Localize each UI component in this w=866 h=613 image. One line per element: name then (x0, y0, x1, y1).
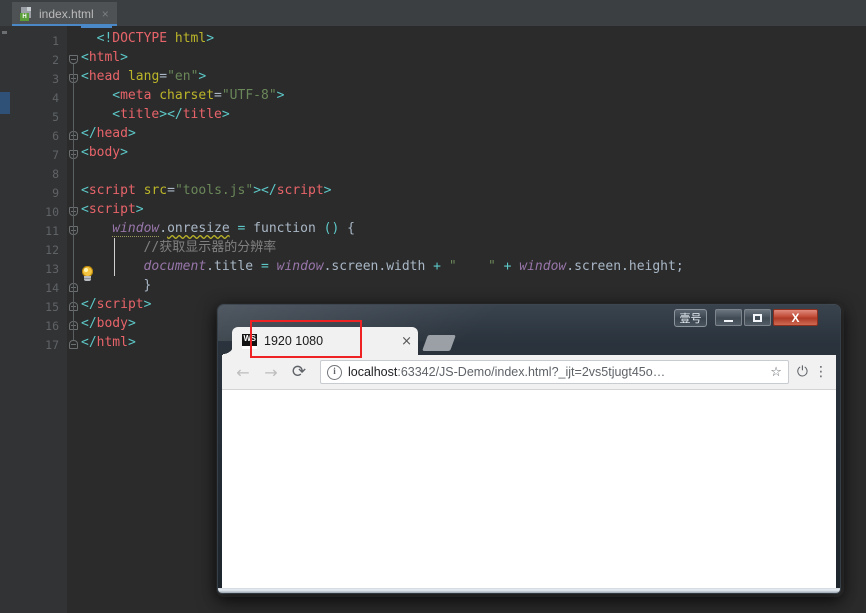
line-number: 4 (52, 91, 59, 105)
kebab-menu-icon[interactable]: ⋮ (814, 365, 828, 379)
editor-tab-close-icon[interactable]: × (100, 8, 111, 20)
fold-guide-line (73, 235, 74, 283)
browser-tab[interactable]: WS 1920 1080 × (223, 327, 418, 355)
editor-fold-column[interactable] (67, 26, 81, 613)
lightbulb-icon[interactable] (80, 266, 95, 283)
line-number: 8 (52, 167, 59, 181)
html-file-icon: H (20, 7, 33, 21)
ws-favicon-icon: WS (242, 333, 257, 349)
editor-tab-index-html[interactable]: H index.html × (12, 2, 117, 26)
code-line: <script src="tools.js"></script> (81, 183, 332, 198)
editor-tab-label: index.html (39, 7, 94, 21)
editor-annotation-tick (2, 31, 7, 34)
fold-marker-open[interactable] (69, 150, 79, 160)
fold-marker-open[interactable] (69, 226, 79, 236)
editor-gutter[interactable]: 1 2 3 4 5 6 7 8 9 10 11 12 13 14 15 16 17 (10, 26, 67, 613)
line-number: 15 (45, 300, 59, 314)
browser-tab-title: 1920 1080 (264, 334, 324, 348)
address-bar[interactable]: i localhost:63342/JS-Demo/index.html?_ij… (320, 360, 789, 384)
code-line: window.onresize = function () { (112, 221, 355, 237)
fold-marker-open[interactable] (69, 207, 79, 217)
browser-window[interactable]: 壹号 X WS 1920 1080 × ← → ⟳ i localhost:63… (218, 305, 840, 593)
code-line: document.title = window.screen.width + "… (143, 259, 684, 274)
url-host: localhost (348, 365, 398, 379)
fold-marker-close[interactable] (69, 283, 79, 293)
line-number: 14 (45, 281, 59, 295)
line-number: 2 (52, 53, 59, 67)
browser-viewport[interactable] (222, 390, 836, 588)
line-number: 9 (52, 186, 59, 200)
line-number: 10 (45, 205, 59, 219)
fold-guide-line (73, 83, 74, 131)
editor-tab-bar: H index.html × (0, 0, 866, 26)
text-caret (114, 238, 116, 276)
browser-tab-close-icon[interactable]: × (401, 335, 412, 348)
address-bar-url: localhost:63342/JS-Demo/index.html?_ijt=… (348, 365, 760, 379)
fold-marker-open[interactable] (69, 74, 79, 84)
forward-icon[interactable]: → (258, 359, 284, 385)
fold-marker-open[interactable] (69, 55, 79, 65)
code-line: <body> (81, 145, 128, 160)
line-number: 12 (45, 243, 59, 257)
back-icon[interactable]: ← (230, 359, 256, 385)
browser-frame-bottom (218, 588, 840, 593)
fold-marker-close[interactable] (69, 321, 79, 331)
line-number: 7 (52, 148, 59, 162)
code-line: </body> (81, 316, 136, 331)
code-line: </head> (81, 126, 136, 141)
browser-toolbar: ← → ⟳ i localhost:63342/JS-Demo/index.ht… (222, 355, 836, 389)
site-info-icon[interactable]: i (327, 364, 342, 380)
editor-change-marker (0, 92, 10, 114)
new-tab-button[interactable] (422, 335, 456, 351)
url-path: :63342/JS-Demo/index.html?_ijt=2vs5tjugt… (397, 365, 666, 379)
power-icon[interactable]: ⏻ (797, 364, 808, 380)
code-line: <html> (81, 50, 128, 65)
code-line: } (143, 278, 152, 293)
line-number: 13 (45, 262, 59, 276)
html-file-icon-badge: H (20, 13, 29, 21)
maximize-icon (753, 313, 762, 322)
fold-marker-close[interactable] (69, 340, 79, 350)
browser-tab-strip: WS 1920 1080 × (218, 323, 840, 355)
fold-marker-close[interactable] (69, 302, 79, 312)
bookmark-star-icon[interactable]: ☆ (766, 365, 782, 380)
line-number: 6 (52, 129, 59, 143)
code-line: <script> (81, 202, 144, 217)
line-number: 1 (52, 34, 59, 48)
code-line: <!DOCTYPE html> (96, 31, 215, 46)
line-number: 3 (52, 72, 59, 86)
line-number: 17 (45, 338, 59, 352)
code-line: <title></title> (112, 107, 230, 122)
code-line: <head lang="en"> (81, 69, 207, 84)
code-line: </script> (81, 297, 152, 312)
line-number: 5 (52, 110, 59, 124)
code-line: <meta charset="UTF-8"> (112, 88, 285, 103)
fold-marker-close[interactable] (69, 131, 79, 141)
code-line: </html> (81, 335, 136, 350)
editor-annotation-strip[interactable] (0, 26, 10, 613)
reload-icon[interactable]: ⟳ (286, 359, 312, 385)
code-line: //获取显示器的分辨率 (143, 240, 277, 255)
line-number: 11 (45, 224, 59, 238)
minimize-icon (724, 319, 733, 322)
line-number: 16 (45, 319, 59, 333)
